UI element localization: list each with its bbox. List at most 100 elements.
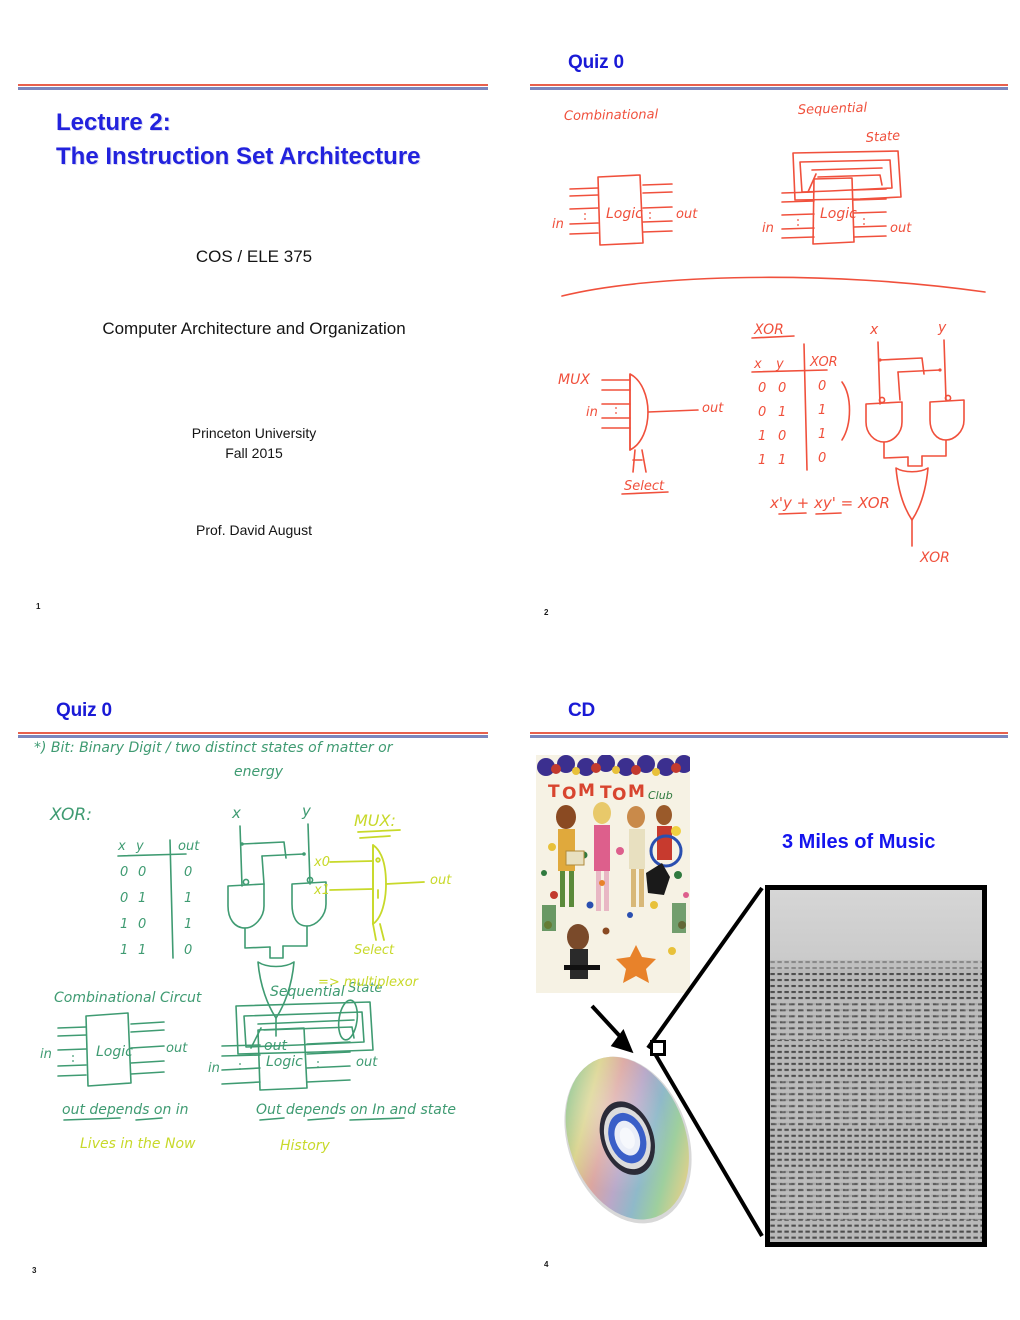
compact-disc [558,1040,698,1240]
slide-1-course-code: COS / ELE 375 [195,247,313,266]
hw-in-label-1: in [552,217,564,232]
slide-1: Lecture 2: The Instruction Set Architect… [18,84,490,614]
hw-xor-r3c1: 1 [778,453,786,468]
hw-mux-out-label: out [702,401,724,416]
hw3-comb-highlight: Lives in the Now [80,1136,196,1152]
hw3-r1c0: 0 [120,891,128,906]
hw-xor-r3c2: 0 [818,451,826,466]
hw3-r3c2: 0 [184,943,192,958]
hw-xor-r2c2: 1 [818,427,826,442]
slide-2: Quiz 0 Combinational Sequential State Lo… [530,52,1010,617]
hw3-mux-label: MUX: [354,811,396,830]
hw3-mux-expand: => multiplexor [318,975,420,990]
hw3-r1c2: 1 [184,891,192,906]
slide-4-rule [530,732,1008,738]
hw3-mux-in0: x0 [313,855,330,870]
hw3-seq-label: Sequential [270,984,345,1000]
hw3-comb-note: out depends on in [62,1102,189,1118]
hw-xor-r2c1: 0 [778,429,786,444]
slide-3-handwriting: *) Bit: Binary Digit / two distinct stat… [18,700,498,1270]
hw3-r2c0: 1 [120,917,128,932]
slide-4: CD TOM T O M Club 3 Miles of Music 4 [530,700,1010,1270]
hw-gate-x: x [869,322,879,338]
slide-1-instructor: Prof. David August [196,522,312,538]
slide-1-rule [18,84,488,90]
svg-text:M: M [628,782,645,802]
slide-3-page-number: 3 [32,1266,37,1275]
hw3-r2c1: 0 [138,917,146,932]
hw-sequential-label: Sequential [798,101,868,118]
svg-text:T: T [600,783,612,803]
hw3-bit-line2: energy [234,764,284,780]
slide-2-rule [530,84,1008,90]
hw-xor-r0c0: 0 [758,381,766,396]
hw3-xor-label: XOR: [49,805,92,825]
slide-4-headline: 3 Miles of Music [782,831,936,853]
slide-3-rule [18,732,488,738]
hw3-gate-y: y [301,802,312,820]
hw-xor-equation: x'y + xy' = XOR [769,494,890,512]
hw3-gate-x: x [231,804,241,822]
hw-xor-r0c1: 0 [778,381,786,396]
hw3-gate-out: out [264,1038,287,1054]
slide-4-title: CD [568,700,596,721]
hw-xor-label: XOR [753,322,784,338]
slide-1-title-line1: Lecture 2: [56,109,171,136]
hw-xor-r1c2: 1 [818,403,826,418]
slide-4-page-number: 4 [544,1260,549,1269]
hw-xor-th-x: x [753,357,762,372]
cd-micrograph [765,885,987,1247]
hw3-bit-line1: *) Bit: Binary Digit / two distinct stat… [34,740,394,756]
hw3-mux-in1: x1 [313,883,330,898]
hw-xor-th-y: y [775,357,784,372]
hw3-r1c1: 1 [138,891,146,906]
hw-logic-label-1: Logic [606,206,643,222]
hw3-xor-th-out: out [178,839,200,854]
svg-text:M: M [578,781,595,801]
hw-xor-th-out: XOR [809,355,838,370]
hw3-comb-label: Combinational Circut [54,990,202,1006]
hw3-r0c2: 0 [184,865,192,880]
hw3-xor-th-x: x [117,839,126,854]
hw3-seq-highlight: History [280,1138,331,1154]
hw-gate-y: y [937,320,947,336]
hw3-comb-in: in [40,1047,52,1062]
hw3-seq-state: State [348,981,382,996]
hw3-seq-note: Out depends on In and state [256,1102,456,1118]
hw-xor-r3c0: 1 [758,453,766,468]
svg-text:Club: Club [648,789,673,802]
hw3-seq-out: out [356,1055,378,1070]
hw-xor-r2c0: 1 [758,429,766,444]
hw-mux-in-label: in [586,405,598,420]
slide-3-title: Quiz 0 [56,700,112,721]
hw-in-label-2: in [762,221,774,236]
hw3-r3c0: 1 [120,943,128,958]
slide-2-title: Quiz 0 [568,52,624,73]
micrograph-background [770,890,982,968]
slide-3: Quiz 0 *) Bit: Binary Digit / two distin… [18,700,498,1275]
hw-out-label-2: out [890,221,912,236]
hw3-r3c1: 1 [138,943,146,958]
zoom-region-marker [650,1040,666,1056]
slide-2-handwriting: Combinational Sequential State Logic Log… [530,52,1010,614]
hw-select-label: Select [624,479,665,494]
hw3-r0c1: 0 [138,865,146,880]
hw3-seq-in: in [208,1061,220,1076]
hw-combinational-label: Combinational [564,107,659,124]
micrograph-pits [770,960,982,1242]
hw-xor-r0c2: 0 [818,379,826,394]
hw-state-label: State [865,129,900,146]
slide-1-university: Princeton University [191,425,317,441]
hw3-comb-logic: Logic [96,1044,133,1060]
svg-text:O: O [562,784,576,804]
slide-1-term: Fall 2015 [225,445,283,461]
hw3-mux-select: Select [354,943,395,958]
hw-xor-r1c1: 1 [778,405,786,420]
svg-text:O: O [612,785,626,805]
slide-2-page-number: 2 [544,608,549,617]
hw3-r2c2: 1 [184,917,192,932]
hw3-comb-out: out [166,1041,188,1056]
album-cover: TOM TOM Club [536,755,690,993]
hw-mux-label: MUX [558,372,590,388]
slide-1-course-name: Computer Architecture and Organization [102,319,406,338]
